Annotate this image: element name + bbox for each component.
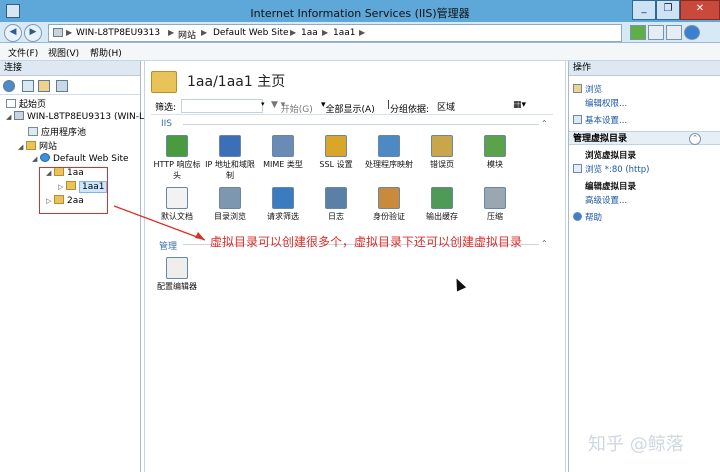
action-explore[interactable]: 浏览 xyxy=(573,83,602,95)
action-advanced-settings[interactable]: 高级设置... xyxy=(585,194,627,206)
explore-icon xyxy=(573,84,582,93)
action-edit-permissions[interactable]: 编辑权限... xyxy=(585,97,627,109)
help-icon xyxy=(573,212,582,221)
browse-icon xyxy=(573,164,582,173)
action-browse-80[interactable]: 浏览 *:80 (http) xyxy=(573,163,649,175)
action-basic-settings[interactable]: 基本设置... xyxy=(573,114,627,126)
watermark: 知乎 @鲸落 xyxy=(588,434,684,455)
edit-virtual-directory-label: 编辑虚拟目录 xyxy=(585,182,637,192)
actions-pane: 操作 浏览 编辑权限... 基本设置... 管理虚拟目录 ⌃ 浏览虚拟目录 浏览… xyxy=(568,61,720,472)
actions-header: 操作 xyxy=(569,61,720,76)
basic-settings-icon xyxy=(573,115,582,124)
browse-virtual-directory-label: 浏览虚拟目录 xyxy=(585,151,637,161)
collapse-section-icon[interactable]: ⌃ xyxy=(689,133,701,145)
action-help[interactable]: 帮助 xyxy=(573,211,602,223)
